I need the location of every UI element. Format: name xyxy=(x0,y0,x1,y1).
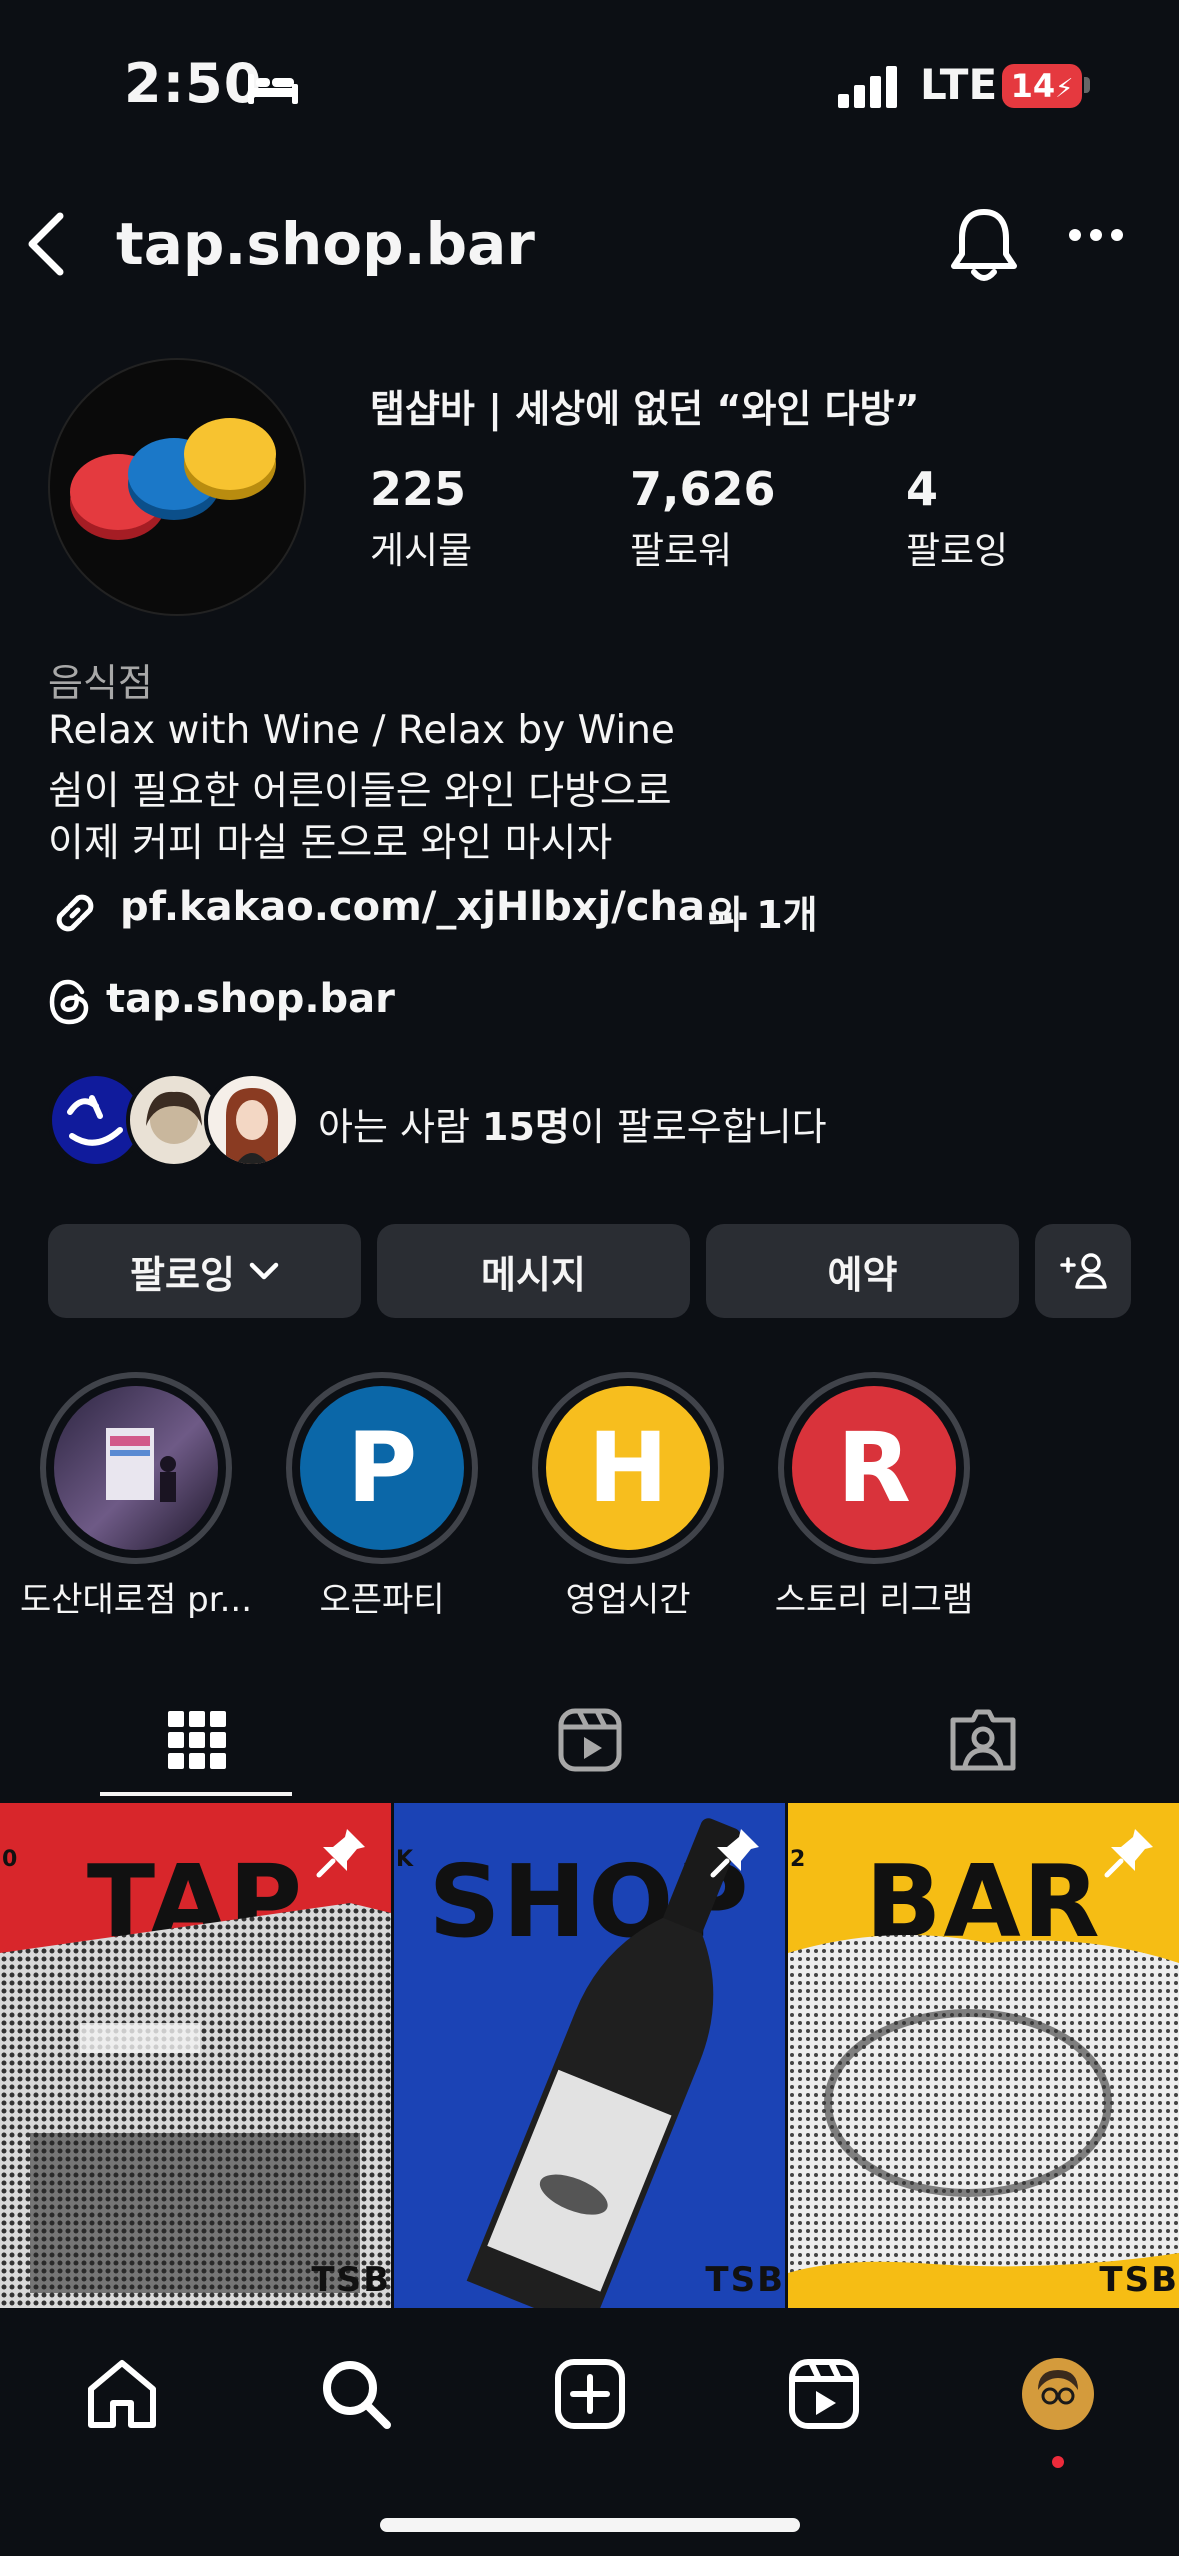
threads-icon xyxy=(49,979,89,1025)
notification-bell-icon[interactable] xyxy=(948,206,1020,284)
profile-header: tap.shop.bar xyxy=(0,190,1179,300)
home-icon xyxy=(88,2360,156,2428)
profile-tabs xyxy=(0,1680,1179,1800)
profile-avatar[interactable] xyxy=(48,358,306,616)
nav-reels[interactable] xyxy=(774,2344,874,2444)
mutual-followers-text: 아는 사람 15명이 팔로우합니다 xyxy=(318,1105,827,1149)
pinned-icon xyxy=(710,1829,759,1878)
highlight-cover xyxy=(54,1386,218,1550)
highlight-cover: P xyxy=(300,1386,464,1550)
highlight-label: 오픈파티 xyxy=(319,1580,445,1620)
bio-line-2: 쉼이 필요한 어른이들은 와인 다방으로 xyxy=(48,769,672,814)
reserve-button-label: 예약 xyxy=(827,1252,898,1297)
pinned-icon xyxy=(316,1829,365,1878)
battery-indicator: 14⚡ xyxy=(1002,64,1082,108)
bio-line-3: 이제 커피 마실 돈으로 와인 마시자 xyxy=(48,821,613,866)
highlight-ring: R xyxy=(778,1372,970,1564)
status-time: 2:50 xyxy=(124,52,263,115)
chevron-down-icon xyxy=(249,1262,279,1280)
highlight-cover: R xyxy=(792,1386,956,1550)
back-icon[interactable] xyxy=(22,210,70,278)
home-indicator xyxy=(380,2518,800,2532)
charging-bolt-icon: ⚡ xyxy=(1055,74,1074,104)
post-thumbnail-tap[interactable]: 0 TAP TSB xyxy=(0,1803,391,2308)
stat-posts-value: 225 xyxy=(370,462,467,516)
search-icon xyxy=(323,2361,391,2429)
link-icon xyxy=(56,894,94,932)
profile-avatar-icon xyxy=(1022,2358,1094,2430)
highlight-ring xyxy=(40,1372,232,1564)
nav-create[interactable] xyxy=(540,2344,640,2444)
status-bar: 2:50 LTE 14⚡ xyxy=(0,0,1179,175)
profile-category: 음식점 xyxy=(48,661,153,705)
grid-icon xyxy=(167,1711,226,1769)
reserve-button[interactable]: 예약 xyxy=(706,1224,1019,1318)
highlight-label: 영업시간 xyxy=(565,1580,691,1620)
bio-line-1: Relax with Wine / Relax by Wine xyxy=(48,708,675,753)
tab-tagged[interactable] xyxy=(786,1680,1179,1800)
tab-reels[interactable] xyxy=(393,1680,786,1800)
tagged-person-icon xyxy=(950,1709,1015,1771)
following-button-label: 팔로잉 xyxy=(130,1252,235,1297)
reels-icon xyxy=(789,2359,859,2429)
page-title: tap.shop.bar xyxy=(116,210,535,278)
highlight-ring: P xyxy=(286,1372,478,1564)
link-url: pf.kakao.com/_xjHlbxj/cha... xyxy=(120,884,751,930)
stat-posts[interactable]: 225 게시물 xyxy=(370,462,472,574)
bottom-navigation xyxy=(0,2308,1179,2556)
stat-following[interactable]: 4 팔로잉 xyxy=(906,462,1008,574)
stat-followers[interactable]: 7,626 팔로워 xyxy=(630,462,776,574)
message-button[interactable]: 메시지 xyxy=(377,1224,690,1318)
highlight-open-party[interactable]: P 오픈파티 xyxy=(286,1372,478,1620)
stat-followers-value: 7,626 xyxy=(630,462,776,516)
stat-following-label: 팔로잉 xyxy=(906,529,1009,572)
highlight-letter: R xyxy=(837,1412,911,1524)
message-button-label: 메시지 xyxy=(481,1252,586,1297)
notification-dot xyxy=(1052,2456,1064,2468)
tab-posts-grid[interactable] xyxy=(0,1680,393,1800)
highlight-label: 도산대로점 pr... xyxy=(19,1580,253,1620)
tsb-logo xyxy=(70,418,276,540)
highlight-label: 스토리 리그램 xyxy=(774,1580,974,1620)
battery-level: 14 xyxy=(1010,67,1056,105)
nav-search[interactable] xyxy=(306,2344,406,2444)
post-thumbnail-bar[interactable]: 2 BAR TSB xyxy=(788,1803,1179,2308)
nav-home[interactable] xyxy=(72,2344,172,2444)
reels-icon xyxy=(558,1708,621,1772)
pinned-icon xyxy=(1104,1829,1153,1878)
mutual-follower-avatar xyxy=(204,1072,300,1168)
link-more-count[interactable]: 외 1개 xyxy=(708,884,818,939)
stat-posts-label: 게시물 xyxy=(370,529,473,572)
active-tab-indicator xyxy=(100,1792,292,1796)
highlight-story-regram[interactable]: R 스토리 리그램 xyxy=(775,1372,973,1620)
highlight-letter: H xyxy=(587,1412,669,1524)
highlight-hours[interactable]: H 영업시간 xyxy=(532,1372,724,1620)
post-grid: 0 TAP TSB K SHOP TSB 2 BAR TSB xyxy=(0,1803,1179,2308)
add-person-icon xyxy=(1060,1253,1107,1289)
tsb-badge: TSB xyxy=(311,2260,391,2300)
following-button[interactable]: 팔로잉 xyxy=(48,1224,361,1318)
create-post-icon xyxy=(555,2359,625,2429)
highlight-dosan[interactable]: 도산대로점 pr... xyxy=(20,1372,252,1620)
threads-handle: tap.shop.bar xyxy=(106,976,395,1022)
suggest-people-button[interactable] xyxy=(1035,1224,1131,1318)
tsb-badge: TSB xyxy=(1099,2260,1179,2300)
stat-followers-label: 팔로워 xyxy=(630,529,733,572)
more-options-icon[interactable] xyxy=(1068,228,1124,242)
stat-following-value: 4 xyxy=(906,462,939,516)
post-thumbnail-shop[interactable]: K SHOP TSB xyxy=(394,1803,785,2308)
profile-display-name: 탭샵바 | 세상에 없던 “와인 다방” xyxy=(370,387,920,431)
nav-profile[interactable] xyxy=(1008,2344,1108,2468)
highlight-letter: P xyxy=(346,1412,418,1524)
battery-nub xyxy=(1084,77,1090,93)
tsb-badge: TSB xyxy=(705,2260,785,2300)
sleep-focus-icon xyxy=(248,74,298,104)
highlight-ring: H xyxy=(532,1372,724,1564)
cellular-signal-icon xyxy=(838,66,897,108)
highlight-cover: H xyxy=(546,1386,710,1550)
network-type: LTE xyxy=(920,60,998,109)
